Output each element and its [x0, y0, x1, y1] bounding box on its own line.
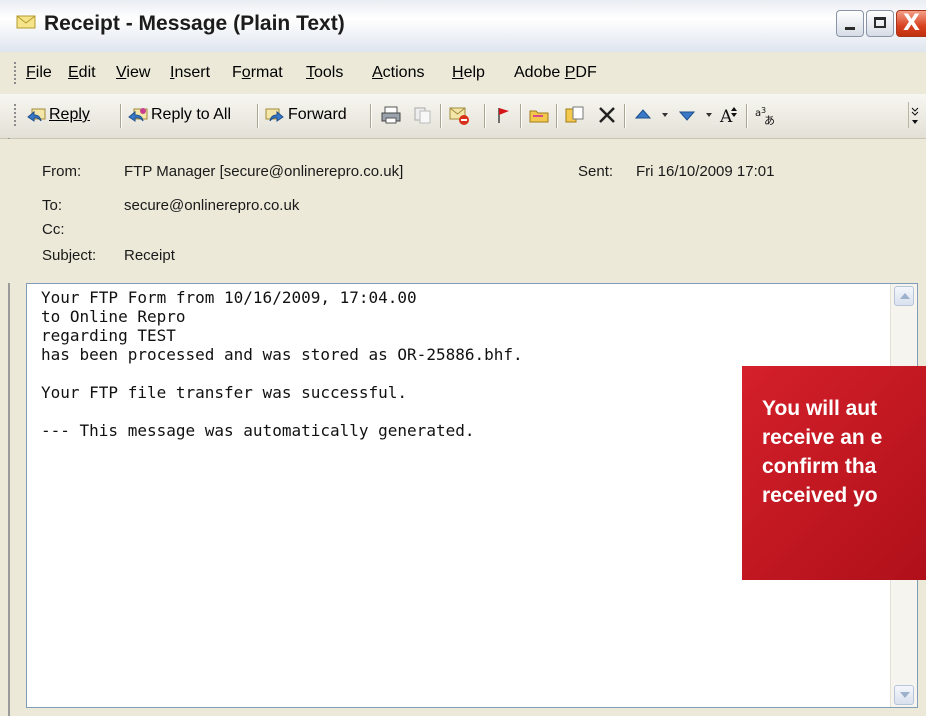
- scroll-down-button[interactable]: [894, 685, 914, 705]
- reply-all-button[interactable]: Reply to All: [128, 102, 231, 128]
- previous-dropdown-icon[interactable]: [654, 104, 676, 126]
- svg-text:A: A: [719, 107, 733, 126]
- envelope-icon: [16, 15, 36, 29]
- standard-toolbar: Reply Reply to All Forward A a3あ: [0, 94, 926, 139]
- toolbar-separator: [624, 104, 626, 128]
- forward-label: Forward: [288, 106, 347, 123]
- window-title: Receipt - Message (Plain Text): [44, 12, 345, 35]
- minimize-icon: [845, 27, 855, 30]
- subject-label: Subject:: [42, 247, 97, 264]
- copy-icon[interactable]: [412, 104, 434, 126]
- toolbar-overflow-chevron[interactable]: [908, 102, 923, 128]
- callout-line: You will aut: [762, 397, 878, 420]
- chevron-down-icon: [911, 107, 919, 124]
- menu-format[interactable]: Format: [232, 64, 283, 82]
- menu-edit[interactable]: Edit: [68, 64, 96, 82]
- print-icon[interactable]: [380, 104, 402, 126]
- move-icon[interactable]: [564, 104, 586, 126]
- toolbar-separator: [257, 104, 259, 128]
- subject-value: Receipt: [124, 247, 175, 264]
- menu-view[interactable]: View: [116, 64, 150, 82]
- close-icon: X: [903, 11, 920, 36]
- toolbar-separator: [370, 104, 372, 128]
- reply-button[interactable]: Reply: [26, 102, 90, 128]
- callout-text: You will aut receive an e confirm tha re…: [762, 394, 926, 510]
- previous-item-icon[interactable]: [632, 104, 654, 126]
- maximize-icon: [874, 17, 886, 28]
- toolbar-separator: [556, 104, 558, 128]
- reply-label: Reply: [49, 106, 90, 123]
- flag-icon[interactable]: [492, 104, 514, 126]
- sent-value: Fri 16/10/2009 17:01: [636, 163, 775, 180]
- scroll-up-button[interactable]: [894, 286, 914, 306]
- message-body-text: Your FTP Form from 10/16/2009, 17:04.00 …: [41, 288, 523, 440]
- title-bar[interactable]: Receipt - Message (Plain Text) X: [0, 0, 926, 53]
- toolbar-separator: [120, 104, 122, 128]
- svg-text:あ: あ: [764, 114, 775, 126]
- chevron-down-icon: [900, 692, 910, 698]
- close-button[interactable]: X: [896, 10, 926, 37]
- outlook-message-window: Receipt - Message (Plain Text) X File Ed…: [0, 0, 926, 716]
- menu-tools[interactable]: Tools: [306, 64, 343, 82]
- delete-x-icon[interactable]: [596, 104, 618, 126]
- from-value[interactable]: FTP Manager [secure@onlinerepro.co.uk]: [124, 163, 403, 180]
- next-dropdown-icon[interactable]: [698, 104, 720, 126]
- folder-icon[interactable]: [528, 104, 550, 126]
- toolbar-grip-handle[interactable]: [14, 104, 18, 126]
- toolbar-separator: [484, 104, 486, 128]
- message-header: From: FTP Manager [secure@onlinerepro.co…: [0, 139, 926, 283]
- forward-icon: [265, 108, 284, 122]
- menu-actions[interactable]: Actions: [372, 64, 424, 82]
- menu-help[interactable]: Help: [452, 64, 485, 82]
- next-item-icon[interactable]: [676, 104, 698, 126]
- to-label: To:: [42, 197, 63, 214]
- to-value[interactable]: secure@onlinerepro.co.uk: [124, 197, 299, 214]
- forward-button[interactable]: Forward: [265, 102, 347, 128]
- from-label: From:: [42, 163, 82, 180]
- callout-line: confirm tha: [762, 455, 877, 478]
- menu-grip-handle[interactable]: [14, 62, 18, 84]
- reply-all-label: Reply to All: [151, 106, 232, 123]
- maximize-button[interactable]: [866, 10, 894, 37]
- reply-all-icon: [128, 108, 148, 122]
- toolbar-separator: [746, 104, 748, 128]
- delete-mail-icon[interactable]: [448, 104, 470, 126]
- menu-file[interactable]: File: [26, 64, 52, 82]
- callout-line: receive an e: [762, 426, 883, 449]
- menu-insert[interactable]: Insert: [170, 64, 210, 82]
- menu-adobe-pdf[interactable]: Adobe PDF: [514, 64, 597, 82]
- callout-line: received yo: [762, 484, 878, 507]
- font-size-icon[interactable]: A: [718, 104, 740, 126]
- chevron-up-icon: [900, 293, 910, 299]
- sent-label: Sent:: [578, 163, 614, 180]
- encoding-icon[interactable]: a 3あ: [754, 104, 780, 126]
- reply-icon: [27, 108, 46, 122]
- menu-bar: File Edit View Insert Format Tools Actio…: [0, 52, 926, 95]
- red-callout-banner: You will aut receive an e confirm tha re…: [742, 366, 926, 580]
- cc-label: Cc:: [42, 221, 65, 238]
- toolbar-separator: [520, 104, 522, 128]
- toolbar-separator: [440, 104, 442, 128]
- minimize-button[interactable]: [836, 10, 864, 37]
